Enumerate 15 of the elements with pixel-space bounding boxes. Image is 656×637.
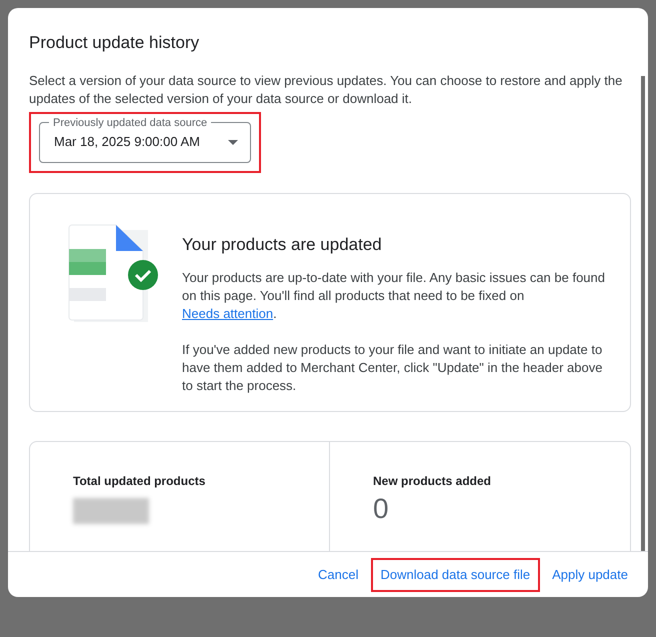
stat-label: New products added — [373, 472, 492, 490]
dialog-button[interactable]: Apply update — [542, 558, 638, 592]
dropdown-caret-icon — [228, 140, 238, 144]
dialog-title: Product update history — [29, 32, 200, 54]
dialog-button[interactable]: Cancel — [308, 558, 368, 592]
dialog-description: Select a version of your data source to view previous updates. You can choose to restore and apply the updates of the selected version of your data source or download it. — [29, 72, 624, 108]
select-value: Mar 18, 2025 9:00:00 AM — [54, 133, 200, 152]
needs-attention-link[interactable]: Needs attention — [182, 306, 274, 321]
status-heading: Your products are updated — [182, 234, 383, 256]
stat-value: 0 — [373, 492, 390, 526]
status-paragraph: If you've added new products to your file and want to initiate an update to have them added to Merchant Center, click "Update" in the header above to start the process. — [182, 341, 604, 395]
scrollbar-thumb[interactable] — [641, 76, 645, 551]
stat-label: Total updated products — [73, 472, 206, 490]
dialog-button[interactable]: Download data source file — [370, 558, 540, 592]
status-paragraph: Your products are up-to-date with your file. Any basic issues can be found on this page. You'll find all products that need to be fixed on Needs attention. — [182, 269, 606, 323]
